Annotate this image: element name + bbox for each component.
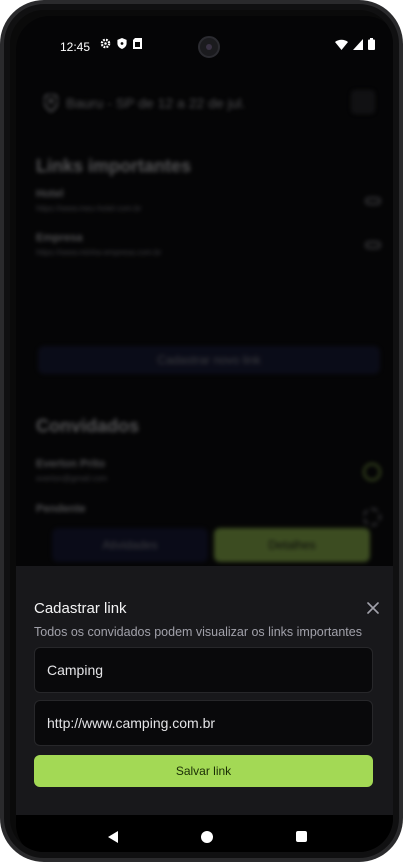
sheet-title: Cadastrar link [34, 600, 127, 617]
phone-bezel: 12:45 Bauru - SP de 12 a 22 de jul. Link… [4, 4, 399, 858]
status-icons-left [100, 38, 142, 49]
signal-icon [353, 38, 363, 50]
link-url: https://www.minha-empresa.com.br [36, 248, 162, 257]
map-pin-icon [44, 94, 58, 112]
status-bar: 12:45 [16, 16, 393, 66]
link-url-input[interactable] [47, 715, 360, 731]
guest-name: Pendente [36, 503, 86, 515]
wifi-icon [335, 39, 348, 50]
sim-card-icon [133, 38, 142, 49]
links-section-title: Links importantes [36, 156, 192, 176]
add-new-link-button[interactable]: Cadastrar novo link [38, 346, 380, 374]
settings-button[interactable] [351, 90, 375, 114]
home-button[interactable] [192, 822, 222, 852]
battery-icon [368, 38, 375, 50]
navigation-bar [16, 815, 393, 852]
gear-icon [100, 38, 111, 49]
home-icon [201, 830, 214, 843]
sheet-description: Todos os convidados podem visualizar os … [34, 625, 362, 639]
recents-button[interactable] [287, 822, 317, 852]
link-item[interactable]: Hotel https://www.meu-hotel.com.br [36, 188, 141, 213]
tab-activities[interactable]: Atividades [52, 528, 208, 562]
link-item[interactable]: Empresa https://www.minha-empresa.com.br [36, 232, 161, 257]
status-time: 12:45 [60, 40, 91, 54]
back-icon [108, 830, 119, 843]
phone-frame: 12:45 Bauru - SP de 12 a 22 de jul. Link… [0, 0, 403, 862]
save-link-button[interactable]: Salvar link [34, 755, 373, 787]
add-link-sheet: Cadastrar link Todos os convidados podem… [16, 566, 393, 815]
link-title: Empresa [36, 232, 83, 244]
background-content: Bauru - SP de 12 a 22 de jul. Links impo… [16, 66, 393, 586]
status-icons-right [335, 38, 375, 50]
link-title-input[interactable] [47, 662, 360, 678]
close-icon [367, 602, 379, 614]
location-text: Bauru - SP de 12 a 22 de jul. [66, 95, 246, 111]
screen: 12:45 Bauru - SP de 12 a 22 de jul. Link… [16, 16, 393, 852]
link-url: https://www.meu-hotel.com.br [36, 204, 142, 213]
confirmed-icon [363, 463, 381, 481]
close-button[interactable] [361, 596, 385, 620]
link-url-field[interactable] [34, 700, 373, 746]
location-header: Bauru - SP de 12 a 22 de jul. [44, 94, 246, 112]
guests-section-title: Convidados [36, 416, 140, 436]
link-title-field[interactable] [34, 647, 373, 693]
bottom-tabs: Atividades Detalhes [52, 528, 370, 562]
front-camera [198, 36, 220, 58]
link-title: Hotel [36, 188, 64, 200]
link-icon[interactable] [365, 197, 381, 205]
guest-item: Pendente [36, 503, 86, 515]
link-icon[interactable] [365, 241, 381, 249]
recents-icon [296, 831, 308, 842]
tab-details[interactable]: Detalhes [214, 528, 370, 562]
guest-item: Everton Prito everton@gmail.com [36, 458, 107, 483]
shield-icon [117, 38, 127, 49]
pending-icon [363, 508, 381, 526]
back-button[interactable] [98, 822, 128, 852]
guest-email: everton@gmail.com [36, 474, 108, 483]
guest-name: Everton Prito [36, 458, 106, 470]
